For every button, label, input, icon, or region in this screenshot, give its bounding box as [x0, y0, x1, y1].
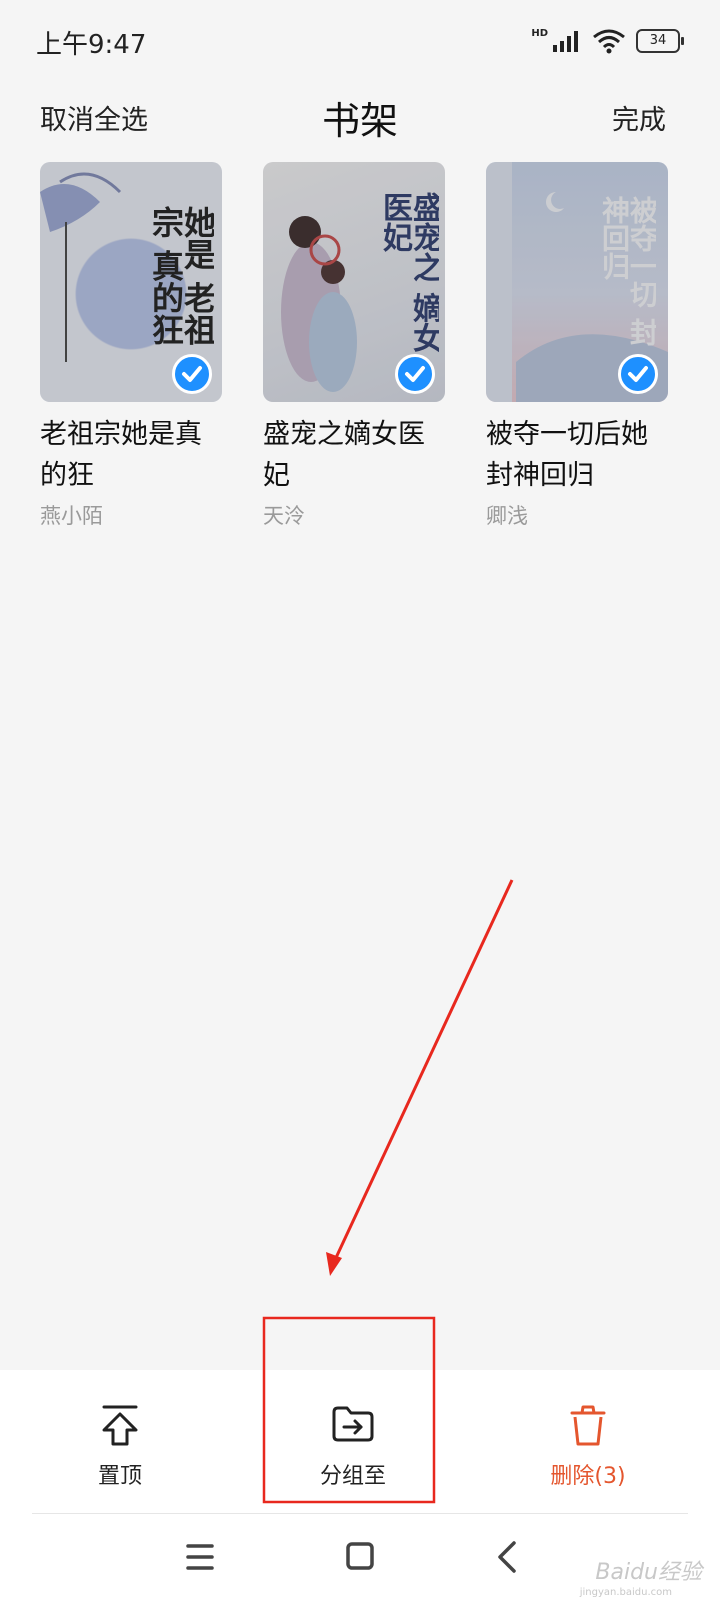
back-chevron-icon: [498, 1541, 516, 1573]
system-nav-bar: Baidu经验 jingyan.baidu.com: [0, 1514, 720, 1600]
pin-top-label: 置顶: [97, 1464, 142, 1489]
status-bar: 上午9:47 HD 34: [0, 0, 720, 84]
watermark: Baidu经验: [595, 1560, 702, 1585]
delete-label: 删除(3): [550, 1464, 626, 1489]
back-nav-button[interactable]: [478, 1534, 538, 1580]
annotation-arrow: [332, 879, 514, 1263]
group-move-button[interactable]: 分组至: [253, 1370, 453, 1515]
book-author: 燕小陌: [40, 504, 103, 528]
book-cover[interactable]: 被夺一切 封神回归: [486, 162, 668, 402]
status-icons: HD 34: [531, 27, 684, 54]
book-cover[interactable]: 她是 老祖宗 真的狂: [40, 162, 222, 402]
book-title[interactable]: 被夺一切后她封神回归: [486, 414, 668, 496]
status-time: 上午9:47: [36, 30, 147, 60]
selected-check-icon[interactable]: [395, 354, 435, 394]
bottom-action-bar: 置顶 分组至 删除(3): [0, 1370, 720, 1515]
group-move-label: 分组至: [319, 1464, 386, 1489]
selected-check-icon[interactable]: [618, 354, 658, 394]
hd-label: HD: [531, 27, 548, 39]
book-title[interactable]: 老祖宗她是真的狂: [40, 414, 222, 496]
watermark-url: jingyan.baidu.com: [579, 1587, 672, 1598]
done-button[interactable]: 完成: [612, 98, 666, 137]
folder-move-icon: [332, 1406, 374, 1442]
menu-icon: [186, 1544, 214, 1570]
signal-icon: [553, 31, 578, 52]
pin-top-button[interactable]: 置顶: [20, 1370, 220, 1515]
wifi-icon: [593, 29, 625, 54]
book-author: 天泠: [263, 504, 305, 528]
book-title[interactable]: 盛宠之嫡女医妃: [263, 414, 445, 496]
menu-nav-button[interactable]: [170, 1534, 230, 1580]
book-author: 卿浅: [486, 504, 528, 528]
annotation-arrowhead: [326, 1252, 342, 1276]
book-cover[interactable]: 盛宠之 嫡女医妃: [263, 162, 445, 402]
book-item[interactable]: 她是 老祖宗 真的狂 老祖宗她是真的狂 燕小陌: [40, 162, 222, 530]
trash-icon: [570, 1405, 606, 1446]
battery-indicator: 34: [636, 29, 684, 53]
book-item[interactable]: 盛宠之 嫡女医妃 盛宠之嫡女医妃 天泠: [263, 162, 445, 530]
pin-top-icon: [102, 1405, 138, 1446]
header: 取消全选 书架 完成: [0, 84, 720, 162]
book-item[interactable]: 被夺一切 封神回归 被夺一切后她封神回归 卿浅: [486, 162, 668, 530]
delete-button[interactable]: 删除(3): [488, 1370, 688, 1515]
home-square-icon: [346, 1542, 374, 1570]
home-nav-button[interactable]: [330, 1534, 390, 1580]
selected-check-icon[interactable]: [172, 354, 212, 394]
